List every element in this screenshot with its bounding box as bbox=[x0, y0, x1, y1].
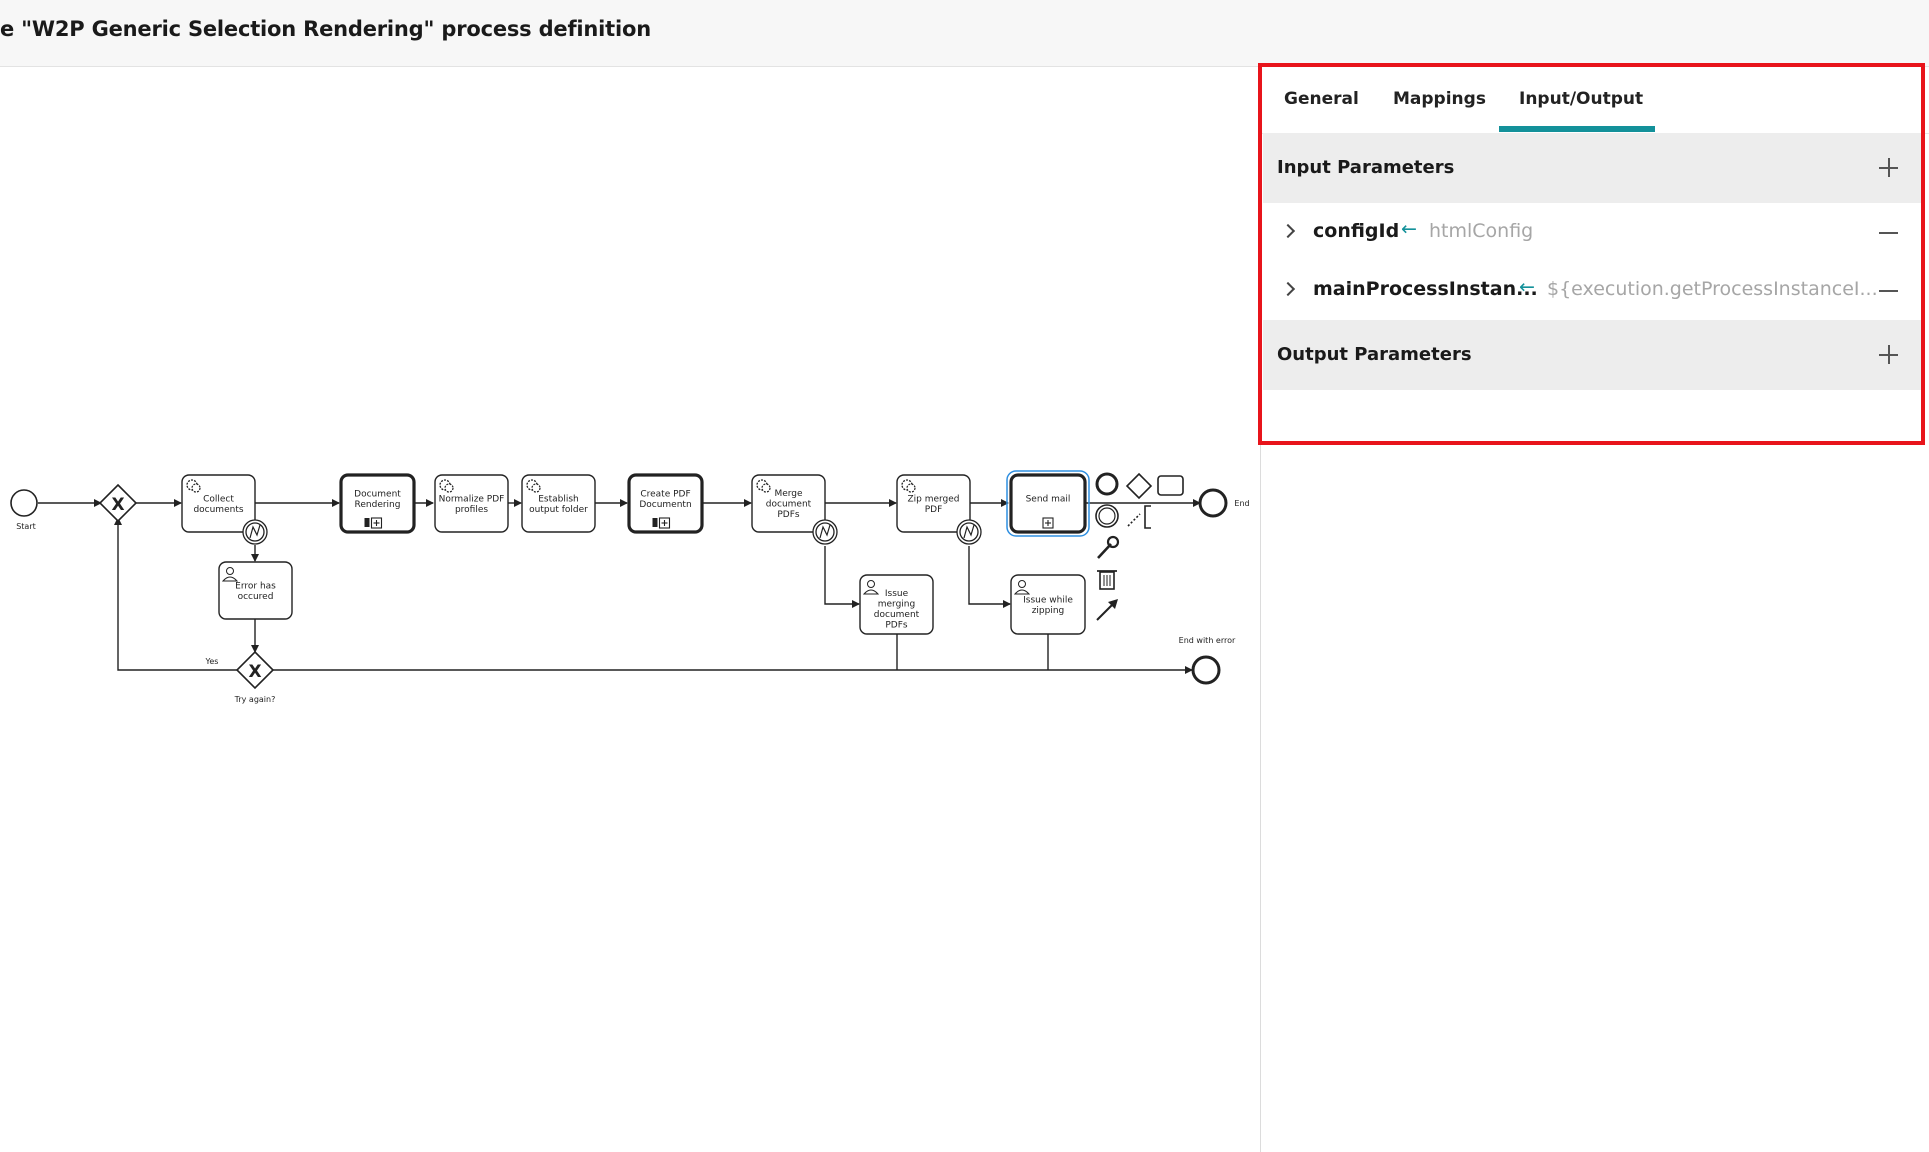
svg-text:X: X bbox=[111, 495, 124, 515]
append-gateway-icon[interactable] bbox=[1125, 472, 1153, 500]
task-label: Issue bbox=[885, 589, 909, 599]
arrow-left-icon: ← bbox=[1401, 218, 1417, 240]
parameter-value: ${execution.getProcessInstanceI... bbox=[1547, 278, 1878, 300]
task-label: documents bbox=[193, 505, 243, 515]
output-parameters-title: Output Parameters bbox=[1277, 344, 1472, 365]
remove-parameter-icon[interactable] bbox=[1873, 218, 1903, 246]
task-create-pdf[interactable]: Create PDFDocumentn bbox=[627, 473, 704, 534]
chevron-right-icon[interactable] bbox=[1281, 278, 1297, 300]
tab-mappings[interactable]: Mappings bbox=[1393, 89, 1486, 109]
add-input-parameter-icon[interactable] bbox=[1873, 147, 1903, 183]
task-label: zipping bbox=[1032, 606, 1065, 616]
parameter-name: mainProcessInstan... bbox=[1313, 278, 1538, 300]
task-collect[interactable]: Collectdocuments bbox=[181, 474, 256, 533]
try-again-label: Try again? bbox=[234, 695, 276, 704]
end-event[interactable] bbox=[1198, 488, 1228, 518]
trash-icon[interactable] bbox=[1097, 570, 1117, 590]
active-tab-indicator bbox=[1499, 126, 1655, 132]
task-label: merging bbox=[878, 599, 915, 609]
start-label: Start bbox=[16, 522, 36, 531]
task-zip[interactable]: Zip mergedPDF bbox=[896, 474, 971, 533]
end-error-label: End with error bbox=[1179, 636, 1236, 645]
parameter-name: configId bbox=[1313, 220, 1400, 242]
yes-label: Yes bbox=[205, 657, 219, 666]
end-label: End bbox=[1234, 499, 1249, 508]
properties-panel: General Mappings Input/Output Input Para… bbox=[1260, 67, 1929, 1152]
input-parameters-title: Input Parameters bbox=[1277, 157, 1455, 178]
tab-general[interactable]: General bbox=[1284, 89, 1359, 109]
remove-parameter-icon[interactable] bbox=[1873, 276, 1903, 304]
task-label: profiles bbox=[455, 505, 488, 515]
task-render[interactable]: DocumentRendering bbox=[339, 473, 416, 534]
page-title: e "W2P Generic Selection Rendering" proc… bbox=[0, 17, 651, 41]
task-label: Document bbox=[354, 489, 401, 499]
wrench-icon[interactable] bbox=[1097, 535, 1120, 559]
task-merge[interactable]: MergedocumentPDFs bbox=[751, 474, 826, 533]
task-label: Error has bbox=[235, 581, 276, 591]
parameter-value: htmlConfig bbox=[1429, 220, 1534, 242]
task-label: document bbox=[766, 500, 812, 510]
context-pad[interactable] bbox=[1095, 472, 1184, 621]
bpmn-canvas[interactable]: Start X X Yes Try again? Collect document… bbox=[0, 67, 1260, 1152]
connect-association-icon[interactable] bbox=[1127, 513, 1141, 527]
add-output-parameter-icon[interactable] bbox=[1873, 334, 1903, 370]
connect-arrow-icon[interactable] bbox=[1096, 599, 1118, 621]
input-parameter-row[interactable]: mainProcessInstan... ← ${execution.getPr… bbox=[1263, 264, 1924, 320]
bpmn-diagram[interactable]: Start X X Yes Try again? Collectdocument… bbox=[0, 67, 1260, 1152]
task-label: Create PDF bbox=[640, 489, 690, 499]
svg-text:X: X bbox=[248, 662, 261, 682]
task-label: PDFs bbox=[885, 620, 908, 630]
task-label: Send mail bbox=[1026, 495, 1071, 505]
task-normalize[interactable]: Normalize PDFprofiles bbox=[434, 474, 509, 533]
task-label: Rendering bbox=[355, 500, 401, 510]
exclusive-gateway[interactable]: X bbox=[98, 483, 138, 523]
task-label: PDFs bbox=[777, 510, 800, 520]
task-label: occured bbox=[238, 592, 274, 602]
output-parameters-header[interactable]: Output Parameters bbox=[1263, 320, 1924, 390]
task-label: Issue while bbox=[1023, 595, 1073, 605]
try-again-gateway[interactable]: X bbox=[235, 650, 275, 690]
task-issue-merge[interactable]: IssuemergingdocumentPDFs bbox=[859, 574, 934, 635]
task-label: Documentn bbox=[639, 500, 691, 510]
chevron-right-icon[interactable] bbox=[1281, 220, 1297, 242]
task-label: document bbox=[874, 610, 920, 620]
start-event[interactable] bbox=[10, 489, 38, 517]
end-error-event[interactable] bbox=[1191, 655, 1221, 685]
append-task-icon[interactable] bbox=[1157, 475, 1184, 496]
tab-input-output[interactable]: Input/Output bbox=[1519, 89, 1643, 109]
task-label: Collect bbox=[203, 494, 234, 504]
page-header: e "W2P Generic Selection Rendering" proc… bbox=[0, 0, 1929, 67]
task-establish[interactable]: Establishoutput folder bbox=[521, 474, 596, 533]
task-label: PDF bbox=[925, 505, 943, 515]
task-label: output folder bbox=[529, 505, 588, 515]
task-label: Normalize PDF bbox=[439, 494, 505, 504]
task-label: Merge bbox=[774, 489, 803, 499]
append-end-event-icon[interactable] bbox=[1095, 472, 1119, 496]
input-parameters-header[interactable]: Input Parameters bbox=[1263, 133, 1924, 203]
text-annotation-icon[interactable] bbox=[1144, 505, 1151, 529]
task-send-mail[interactable]: Send mail bbox=[1006, 470, 1090, 537]
task-label: Establish bbox=[538, 494, 579, 504]
task-label: Zip merged bbox=[907, 494, 959, 504]
arrow-left-icon: ← bbox=[1519, 276, 1535, 298]
input-parameter-row[interactable]: configId ← htmlConfig bbox=[1263, 206, 1924, 262]
task-issue-zip[interactable]: Issue whilezipping bbox=[1010, 574, 1086, 635]
properties-tabs: General Mappings Input/Output bbox=[1261, 67, 1929, 134]
task-error[interactable]: Error hasoccured bbox=[218, 561, 293, 620]
